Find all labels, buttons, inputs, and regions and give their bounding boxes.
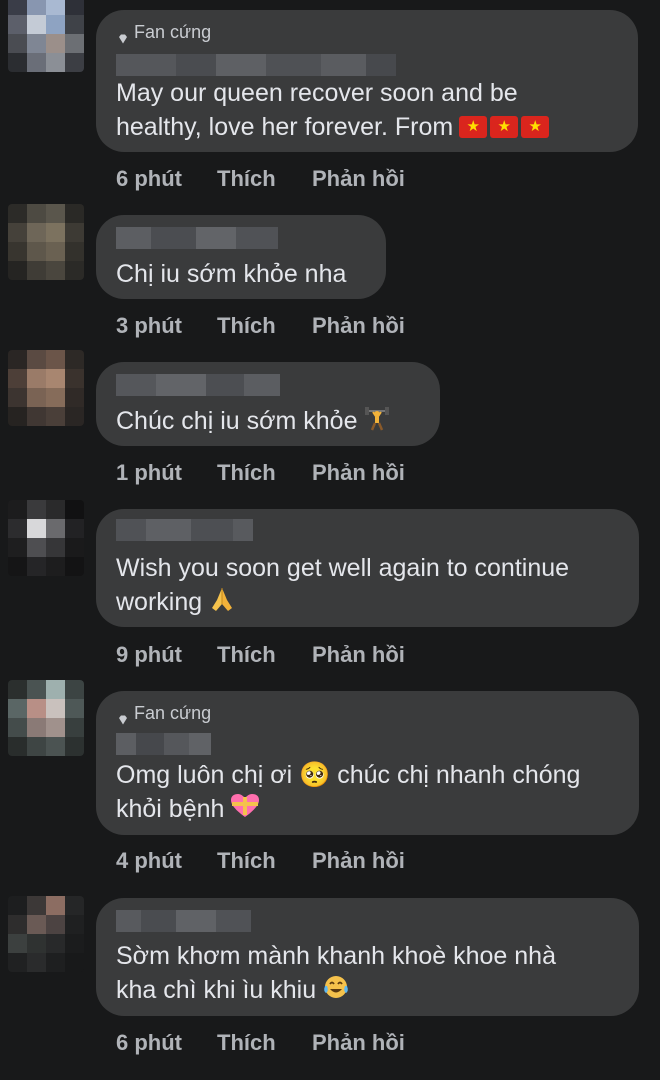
comment-text: May our queen recover soon and be health…	[116, 76, 620, 144]
comment-text: Wish you soon get well again to continue…	[116, 551, 621, 621]
comment-bubble: Fan cứng Omg luôn chị ơi 🥺 chúc chị nhan…	[96, 691, 639, 835]
heart-with-ribbon-icon	[230, 793, 260, 828]
vietnam-flag-icon	[521, 116, 550, 138]
comment-bubble: Wish you soon get well again to continue…	[96, 509, 639, 627]
like-button[interactable]: Thích	[217, 166, 312, 192]
comment-bubble: Chị iu sớm khỏe nha	[96, 215, 386, 299]
comment-line: Omg luôn chị ơi 🥺 chúc chị nhanh chóng	[116, 761, 581, 789]
commenter-name[interactable]	[116, 54, 396, 76]
reply-button[interactable]: Phản hồi	[312, 460, 405, 486]
comment-actions: 6 phút Thích Phản hồi	[116, 1030, 405, 1056]
timestamp[interactable]: 1 phút	[116, 460, 217, 486]
comment-text: Chị iu sớm khỏe nha	[116, 257, 368, 291]
commenter-name[interactable]	[116, 374, 280, 396]
comment-line: khỏi bệnh	[116, 795, 225, 823]
comment-line: Wish you soon get well again to continue	[116, 554, 570, 582]
comment-bubble: Fan cứng May our queen recover soon and …	[96, 10, 638, 152]
comment-text: Chúc chị iu sớm khỏe	[116, 404, 422, 440]
fan-badge: Fan cứng	[118, 22, 211, 43]
reply-button[interactable]: Phản hồi	[312, 1030, 405, 1056]
comment-text: Omg luôn chị ơi 🥺 chúc chị nhanh chóng k…	[116, 758, 621, 828]
diamond-icon	[118, 709, 128, 724]
comment-actions: 3 phút Thích Phản hồi	[116, 313, 405, 339]
like-button[interactable]: Thích	[217, 313, 312, 339]
comment-bubble: Chúc chị iu sớm khỏe	[96, 362, 440, 446]
timestamp[interactable]: 3 phút	[116, 313, 217, 339]
weightlifter-icon	[364, 405, 390, 440]
reply-button[interactable]: Phản hồi	[312, 642, 405, 668]
comment-line: working	[116, 588, 203, 616]
comment-text: Sờm khơm mành khanh khoè khoe nhà kha ch…	[116, 939, 621, 1009]
avatar[interactable]	[8, 204, 84, 280]
timestamp[interactable]: 4 phút	[116, 848, 217, 874]
comment-bubble: Sờm khơm mành khanh khoè khoe nhà kha ch…	[96, 898, 639, 1016]
like-button[interactable]: Thích	[217, 642, 312, 668]
comment-actions: 1 phút Thích Phản hồi	[116, 460, 405, 486]
commenter-name[interactable]	[116, 733, 211, 755]
timestamp[interactable]: 6 phút	[116, 1030, 217, 1056]
comment-line: Chị iu sớm khỏe nha	[116, 260, 347, 288]
avatar[interactable]	[8, 0, 84, 72]
comment-line: kha chì khi ìu khiu	[116, 976, 317, 1004]
badge-label: Fan cứng	[134, 22, 212, 42]
comment-line: Chúc chị iu sớm khỏe	[116, 407, 358, 435]
comment-line: healthy, love her forever. From	[116, 113, 454, 141]
comment-line: Sờm khơm mành khanh khoè khoe nhà	[116, 942, 556, 970]
reply-button[interactable]: Phản hồi	[312, 166, 405, 192]
tears-of-joy-icon	[322, 974, 350, 1009]
like-button[interactable]: Thích	[217, 1030, 312, 1056]
badge-label: Fan cứng	[134, 703, 212, 723]
timestamp[interactable]: 9 phút	[116, 642, 217, 668]
comment-actions: 4 phút Thích Phản hồi	[116, 848, 405, 874]
like-button[interactable]: Thích	[217, 848, 312, 874]
avatar[interactable]	[8, 500, 84, 576]
reply-button[interactable]: Phản hồi	[312, 313, 405, 339]
commenter-name[interactable]	[116, 227, 278, 249]
avatar[interactable]	[8, 680, 84, 756]
timestamp[interactable]: 6 phút	[116, 166, 217, 192]
reply-button[interactable]: Phản hồi	[312, 848, 405, 874]
comment-line: May our queen recover soon and be	[116, 79, 518, 107]
avatar[interactable]	[8, 350, 84, 426]
fan-badge: Fan cứng	[118, 703, 211, 724]
vietnam-flag-icon	[490, 116, 519, 138]
diamond-icon	[118, 28, 128, 43]
commenter-name[interactable]	[116, 910, 251, 932]
comment-actions: 9 phút Thích Phản hồi	[116, 642, 405, 668]
vietnam-flag-icon	[459, 116, 488, 138]
comment-actions: 6 phút Thích Phản hồi	[116, 166, 405, 192]
commenter-name[interactable]	[116, 519, 253, 541]
folded-hands-icon	[208, 586, 236, 621]
like-button[interactable]: Thích	[217, 460, 312, 486]
avatar[interactable]	[8, 896, 84, 972]
